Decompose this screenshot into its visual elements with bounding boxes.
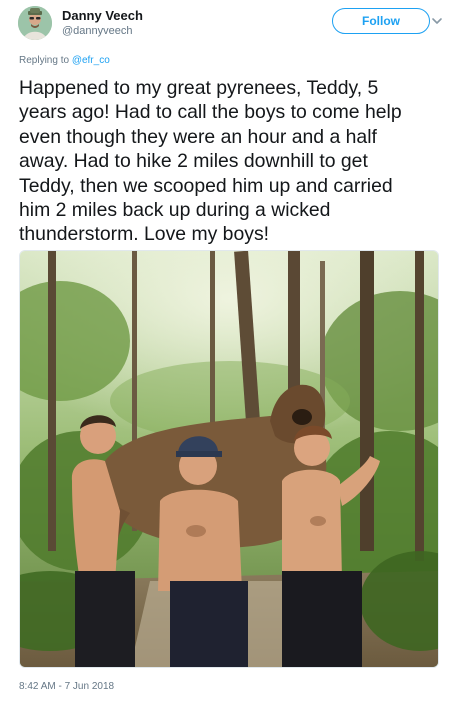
tweet-text-line: Teddy, then we scooped him up and carrie… <box>19 174 393 197</box>
tweet-header: Danny Veech @dannyveech Follow <box>18 6 442 40</box>
tweet-text-line: Happened to my great pyrenees, Teddy, 5 <box>19 77 379 99</box>
tweet-text-line: years ago! Had to call the boys to come … <box>19 101 402 124</box>
replying-to-label: Replying to <box>19 55 72 66</box>
tweet-text-line: away. Had to hike 2 miles downhill to ge… <box>19 150 368 173</box>
display-name[interactable]: Danny Veech <box>62 8 143 24</box>
tweet-text-line: even though they were an hour and a half <box>19 125 377 148</box>
tweet-text-line: him 2 miles back up during a wicked <box>19 199 331 222</box>
follow-button[interactable]: Follow <box>332 8 430 34</box>
username[interactable]: @dannyveech <box>62 24 143 38</box>
tweet-text: Happened to my great pyrenees, Teddy, 5 … <box>19 76 437 247</box>
chevron-down-icon[interactable] <box>430 14 444 28</box>
tweet-text-line: thunderstorm. Love my boys! <box>19 223 270 246</box>
tweet-photo[interactable] <box>19 250 439 668</box>
reply-mention-link[interactable]: @efr_co <box>72 55 110 66</box>
forest-photo-illustration <box>20 251 438 667</box>
author-block[interactable]: Danny Veech @dannyveech <box>62 8 143 38</box>
tweet-timestamp[interactable]: 8:42 AM - 7 Jun 2018 <box>19 681 114 692</box>
replying-to: Replying to @efr_co <box>19 55 110 66</box>
tweet-card: Danny Veech @dannyveech Follow Replying … <box>0 0 452 702</box>
avatar[interactable] <box>18 6 52 40</box>
